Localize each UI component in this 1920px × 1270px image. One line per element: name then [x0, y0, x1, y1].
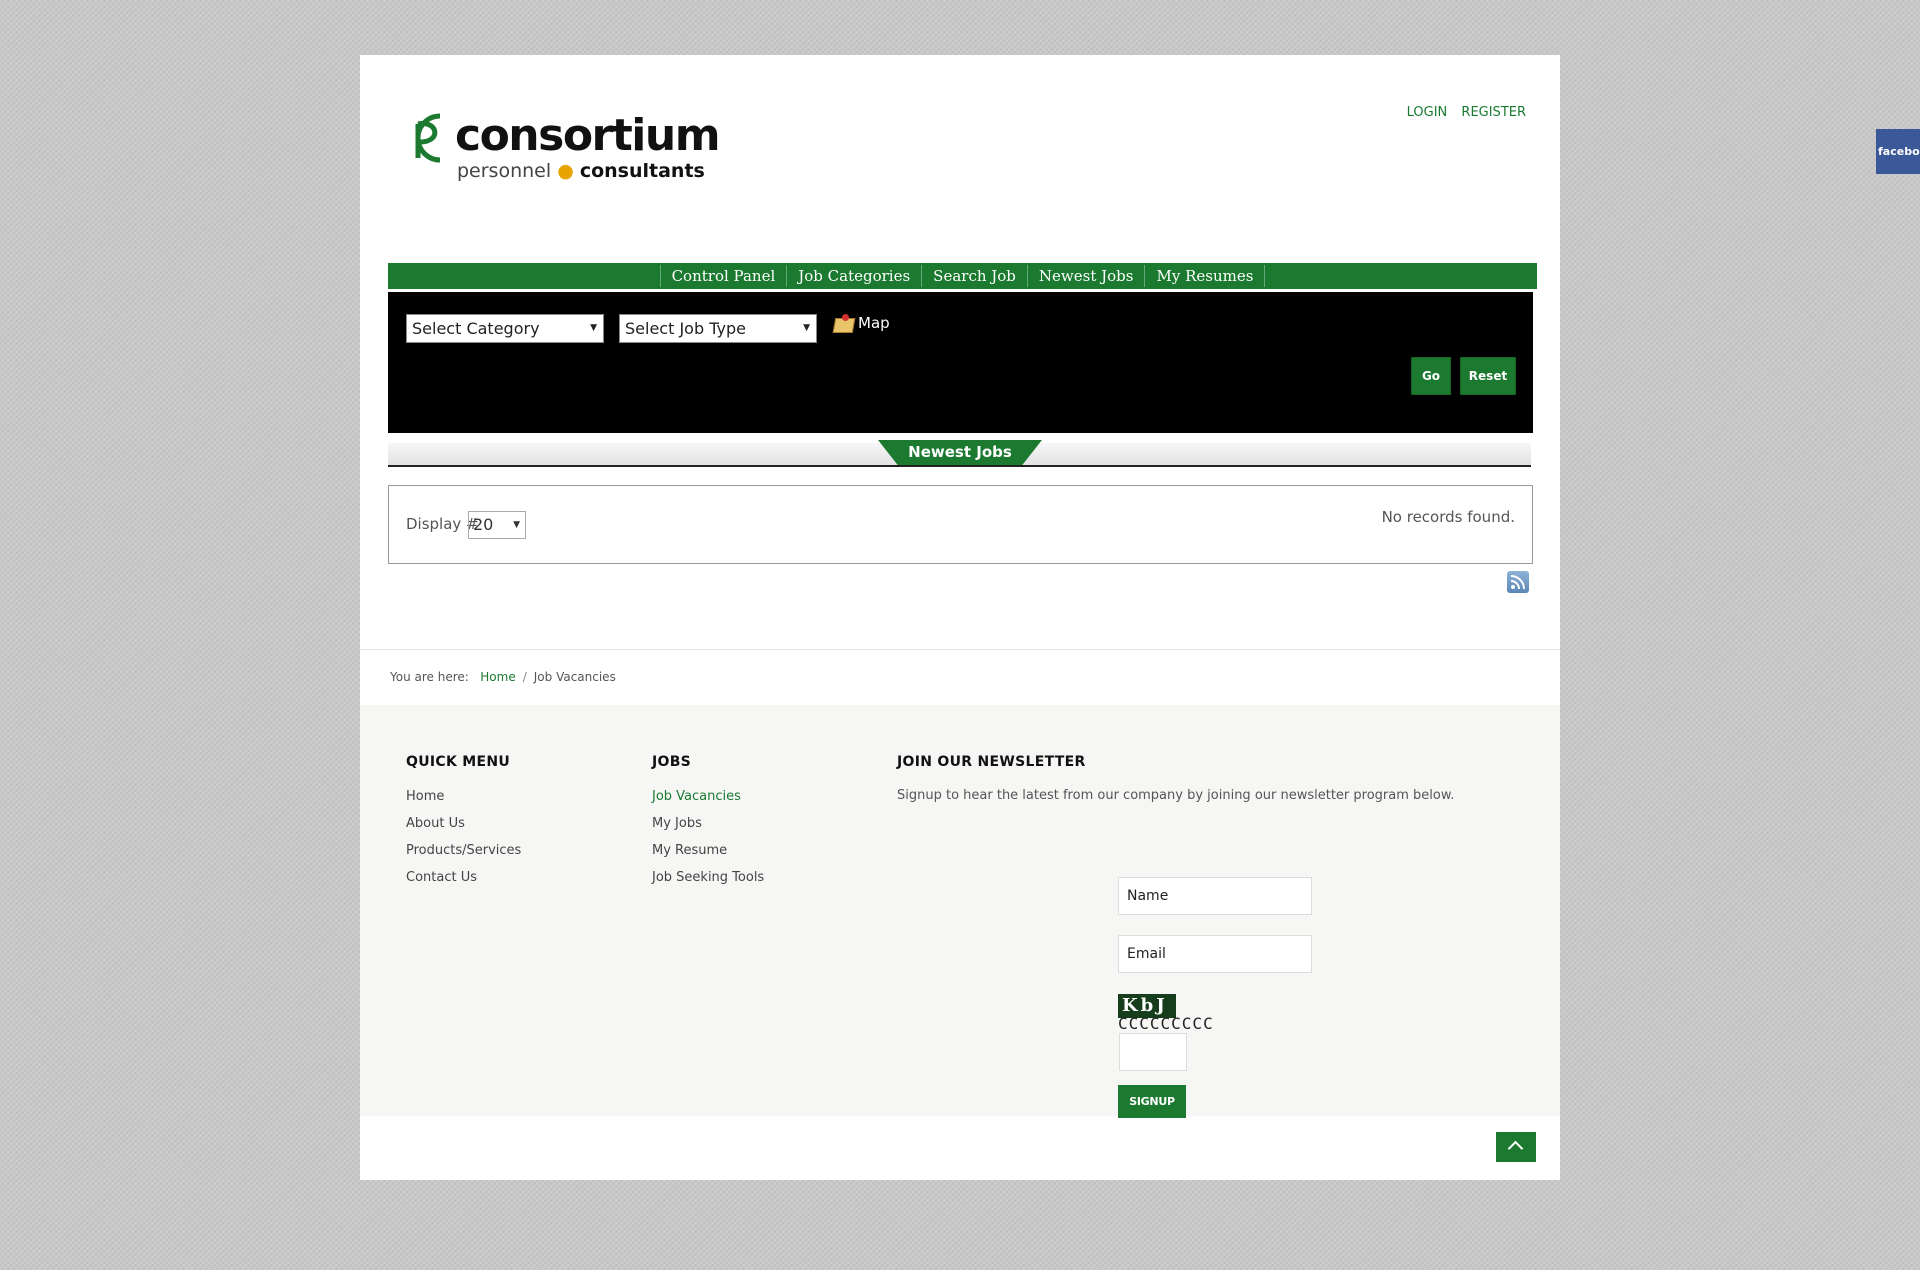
display-count-value: 20: [473, 515, 494, 534]
quick-menu-list: Home About Us Products/Services Contact …: [406, 789, 521, 897]
newsletter-name-input[interactable]: Name: [1118, 877, 1312, 915]
quick-menu-item-about[interactable]: About Us: [406, 816, 521, 833]
logo-mark-icon: [415, 113, 441, 163]
map-icon: [832, 314, 856, 333]
quick-menu-item-contact[interactable]: Contact Us: [406, 870, 521, 887]
site-logo[interactable]: consortium personnel ● consultants: [400, 102, 721, 182]
logo-tagline-part2: consultants: [579, 160, 705, 182]
job-type-select-value: Select Job Type: [625, 319, 746, 338]
back-to-top-button[interactable]: [1496, 1132, 1536, 1162]
breadcrumb-current: Job Vacancies: [533, 670, 616, 684]
quick-menu-item-home[interactable]: Home: [406, 789, 521, 806]
logo-tagline-part1: personnel: [457, 160, 552, 182]
map-link[interactable]: Map: [832, 314, 890, 333]
breadcrumb-separator: /: [522, 670, 527, 684]
signup-button[interactable]: SIGNUP: [1118, 1085, 1186, 1118]
display-count-select[interactable]: 20 ▼: [468, 511, 526, 539]
reset-button[interactable]: Reset: [1460, 357, 1516, 395]
captcha-row: CCCCCCCCC: [1118, 1014, 1214, 1033]
nav-newest-jobs[interactable]: Newest Jobs: [1028, 265, 1146, 287]
logo-tagline: personnel ● consultants: [457, 160, 705, 182]
newsletter-description: Signup to hear the latest from our compa…: [897, 788, 1455, 803]
breadcrumb-prefix: You are here:: [390, 670, 469, 684]
register-link[interactable]: REGISTER: [1461, 105, 1526, 120]
job-search-panel: Select Category ▼ Select Job Type ▼ Map …: [388, 292, 1533, 433]
job-results-box: Display # 20 ▼ No records found.: [388, 485, 1533, 564]
go-button[interactable]: Go: [1411, 357, 1451, 395]
breadcrumb-bar: You are here: Home / Job Vacancies: [360, 649, 1560, 707]
jobs-item-my-resume[interactable]: My Resume: [652, 843, 764, 860]
jobs-list: Job Vacancies My Jobs My Resume Job Seek…: [652, 789, 764, 897]
breadcrumb: You are here: Home / Job Vacancies: [390, 670, 616, 684]
jobs-item-seeking-tools[interactable]: Job Seeking Tools: [652, 870, 764, 887]
quick-menu-item-products[interactable]: Products/Services: [406, 843, 521, 860]
nav-job-categories[interactable]: Job Categories: [787, 265, 923, 287]
jobs-heading: JOBS: [652, 754, 692, 770]
newsletter-email-input[interactable]: Email: [1118, 935, 1312, 973]
logo-dot-icon: ●: [557, 160, 574, 182]
footer: QUICK MENU Home About Us Products/Servic…: [360, 705, 1560, 1118]
logo-wordmark: consortium: [455, 110, 721, 161]
login-link[interactable]: LOGIN: [1407, 105, 1448, 120]
dropdown-arrow-icon: ▼: [803, 323, 810, 333]
breadcrumb-home-link[interactable]: Home: [480, 670, 515, 684]
map-label: Map: [858, 314, 890, 332]
category-select-value: Select Category: [412, 319, 540, 338]
facebook-tab[interactable]: facebook: [1876, 129, 1920, 174]
newsletter-heading: JOIN OUR NEWSLETTER: [897, 754, 1086, 770]
nav-search-job[interactable]: Search Job: [922, 265, 1028, 287]
chevron-up-icon: [1507, 1140, 1524, 1157]
nav-my-resumes[interactable]: My Resumes: [1145, 265, 1266, 287]
rss-icon[interactable]: [1507, 571, 1529, 593]
account-links: LOGIN REGISTER: [1397, 105, 1526, 120]
no-records-message: No records found.: [1381, 508, 1515, 526]
main-nav: Control Panel Job Categories Search Job …: [388, 263, 1537, 289]
category-select[interactable]: Select Category ▼: [406, 314, 604, 343]
dropdown-arrow-icon: ▼: [513, 520, 520, 530]
job-type-select[interactable]: Select Job Type ▼: [619, 314, 817, 343]
nav-control-panel[interactable]: Control Panel: [659, 265, 788, 287]
dropdown-arrow-icon: ▼: [590, 323, 597, 333]
jobs-item-vacancies[interactable]: Job Vacancies: [652, 789, 764, 806]
captcha-input[interactable]: [1119, 1033, 1187, 1071]
quick-menu-heading: QUICK MENU: [406, 754, 511, 770]
page-container: consortium personnel ● consultants LOGIN…: [360, 55, 1560, 1180]
newest-jobs-heading: Newest Jobs: [878, 440, 1042, 465]
section-title-bar: Newest Jobs: [388, 440, 1531, 467]
jobs-item-my-jobs[interactable]: My Jobs: [652, 816, 764, 833]
